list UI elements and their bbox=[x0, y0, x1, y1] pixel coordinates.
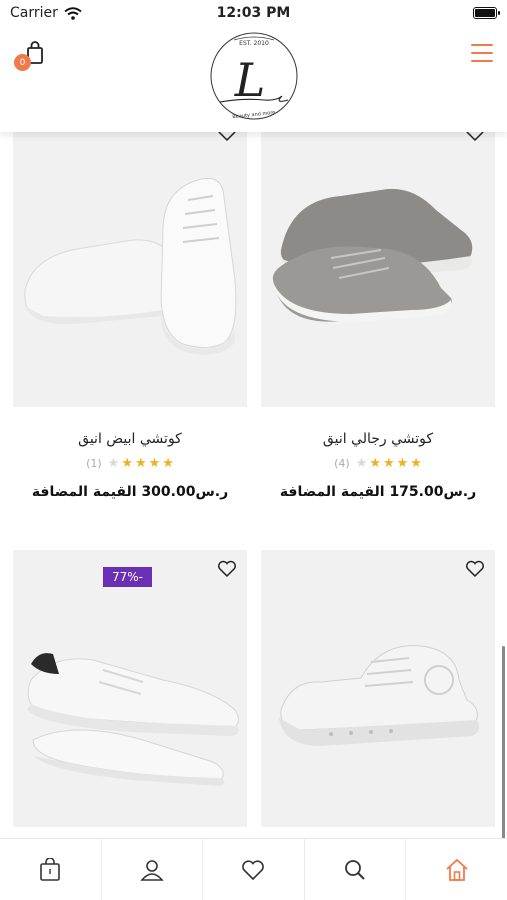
bottom-tab-bar bbox=[0, 838, 507, 900]
product-name[interactable]: كوتشي ابيض انيق bbox=[13, 431, 247, 447]
logo-est: EST. 2010 bbox=[239, 40, 269, 47]
product-card[interactable] bbox=[261, 550, 495, 827]
tab-search[interactable] bbox=[305, 839, 407, 900]
star-icon: ★ bbox=[396, 456, 409, 471]
status-bar: Carrier 12:03 PM bbox=[0, 0, 507, 26]
carrier-label: Carrier bbox=[10, 5, 58, 21]
star-icon: ★ bbox=[410, 456, 422, 471]
hamburger-icon-line bbox=[471, 44, 493, 46]
star-icon: ★ bbox=[107, 456, 120, 471]
rating-count: (1) bbox=[86, 457, 102, 470]
hamburger-icon-line bbox=[471, 60, 493, 62]
star-icon: ★ bbox=[121, 456, 133, 471]
tab-profile[interactable] bbox=[102, 839, 204, 900]
star-icon: ★ bbox=[148, 456, 161, 471]
product-card[interactable]: كوتشي رجالي انيق (4) ★ ★ ★ ★ ★ ر.س175.00… bbox=[261, 132, 495, 500]
rating-count: (4) bbox=[334, 457, 350, 470]
cart-button[interactable]: 0 bbox=[14, 40, 48, 74]
product-grid: كوتشي رجالي انيق (4) ★ ★ ★ ★ ★ ر.س175.00… bbox=[0, 132, 507, 838]
star-icon: ★ bbox=[162, 456, 174, 471]
bag-icon bbox=[40, 857, 61, 881]
profile-icon bbox=[140, 859, 164, 881]
product-rating: (4) ★ ★ ★ ★ ★ bbox=[261, 456, 495, 471]
scrollbar[interactable] bbox=[502, 646, 505, 852]
product-image[interactable] bbox=[261, 132, 495, 407]
product-card[interactable]: كوتشي ابيض انيق (1) ★ ★ ★ ★ ★ ر.س300.00 … bbox=[13, 132, 247, 500]
white-low-sneaker-image bbox=[27, 653, 239, 786]
heart-icon bbox=[466, 560, 484, 578]
product-price: ر.س300.00 القيمة المضافة bbox=[31, 484, 229, 500]
product-image[interactable] bbox=[13, 132, 247, 407]
star-icon: ★ bbox=[134, 456, 147, 471]
heart-icon bbox=[242, 859, 265, 880]
brand-logo[interactable]: EST. 2010 L Beauty and more bbox=[204, 18, 304, 128]
product-card[interactable]: 77%- bbox=[13, 550, 247, 827]
discount-badge: 77%- bbox=[103, 567, 153, 587]
hamburger-icon-line bbox=[471, 52, 493, 54]
product-image[interactable]: 77%- bbox=[13, 550, 247, 827]
product-image[interactable] bbox=[261, 550, 495, 827]
heart-icon bbox=[218, 560, 236, 578]
wifi-icon bbox=[64, 6, 82, 20]
search-icon bbox=[345, 859, 365, 880]
tab-wishlist[interactable] bbox=[203, 839, 305, 900]
product-price: ر.س175.00 القيمة المضافة bbox=[279, 484, 477, 500]
cart-count-badge: 0 bbox=[14, 54, 31, 71]
star-icon: ★ bbox=[355, 456, 368, 471]
white-sneaker-image bbox=[24, 177, 237, 355]
heart-icon bbox=[466, 132, 484, 142]
product-rating: (1) ★ ★ ★ ★ ★ bbox=[13, 456, 247, 471]
tab-home[interactable] bbox=[406, 839, 507, 900]
grey-sneaker-image bbox=[272, 188, 473, 322]
star-icon: ★ bbox=[369, 456, 381, 471]
tab-cart[interactable] bbox=[0, 839, 102, 900]
product-name[interactable]: كوتشي رجالي انيق bbox=[261, 431, 495, 447]
battery-icon bbox=[473, 7, 500, 19]
menu-button[interactable] bbox=[471, 44, 493, 62]
white-high-top-sneaker-image bbox=[279, 645, 479, 746]
home-icon bbox=[446, 858, 468, 881]
heart-icon bbox=[218, 132, 236, 142]
star-icon: ★ bbox=[382, 456, 395, 471]
